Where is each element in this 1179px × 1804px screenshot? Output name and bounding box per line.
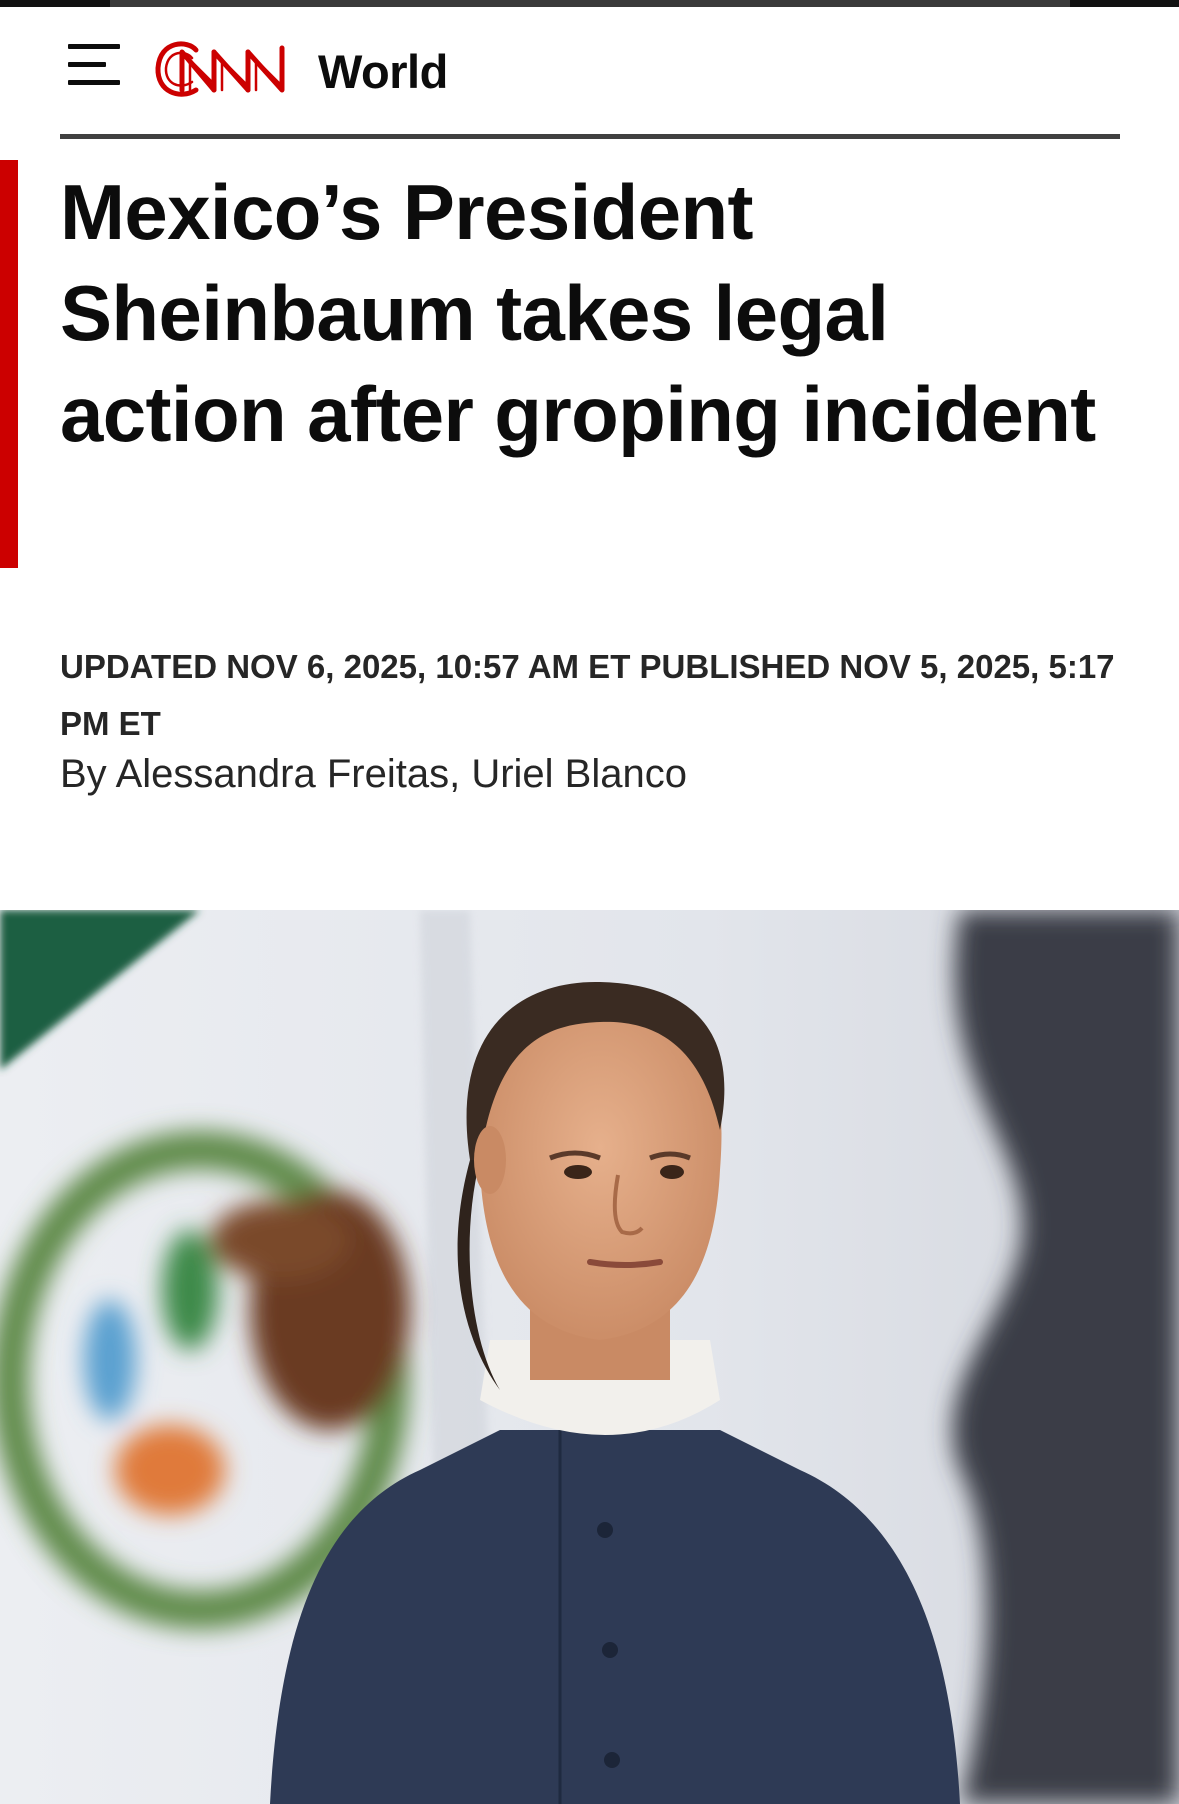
top-status-strip [0,0,1179,7]
hero-image[interactable] [0,910,1179,1804]
article-headline: Mexico’s President Sheinbaum takes legal… [60,168,1096,458]
article-timestamp: UPDATED NOV 6, 2025, 10:57 AM ET PUBLISH… [60,648,1115,742]
author-link[interactable]: Uriel Blanco [471,752,687,796]
author-link[interactable]: Alessandra Freitas [116,752,449,796]
hamburger-menu-icon[interactable] [68,44,124,90]
byline-prefix: By [60,752,107,796]
site-header: World [60,30,1120,130]
header-divider [60,134,1120,139]
headline-accent-bar [0,160,18,568]
section-label[interactable]: World [318,44,448,99]
article-byline: By Alessandra Freitas, Uriel Blanco [60,752,1120,797]
byline-separator: , [449,752,461,796]
cnn-logo[interactable] [152,34,296,106]
